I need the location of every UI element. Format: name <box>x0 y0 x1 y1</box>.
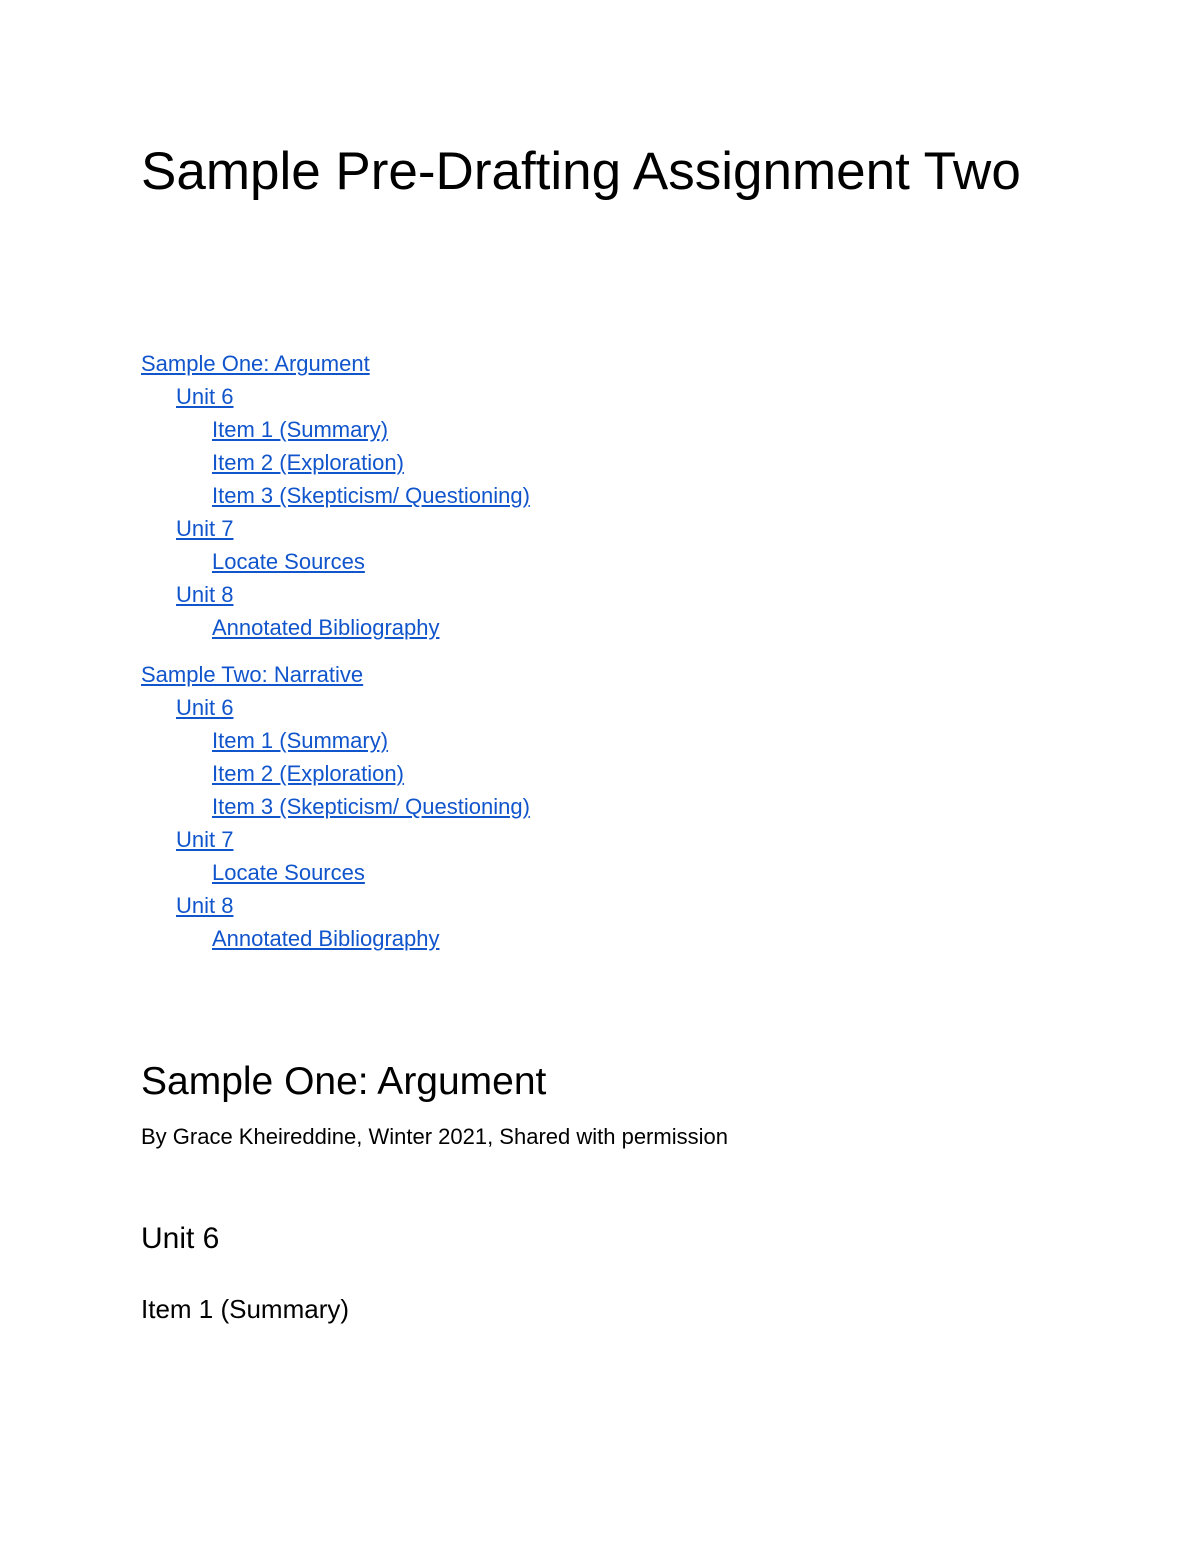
item-heading: Item 1 (Summary) <box>141 1294 350 1324</box>
toc-link-item-2[interactable]: Item 2 (Exploration) <box>212 757 404 790</box>
toc-group-sample-one: Sample One: Argument Unit 6 Item 1 (Summ… <box>141 347 530 644</box>
toc-link-unit-8[interactable]: Unit 8 <box>176 578 233 611</box>
toc-link-item-3[interactable]: Item 3 (Skepticism/ Questioning) <box>212 479 530 512</box>
toc-link-unit-6[interactable]: Unit 6 <box>176 691 233 724</box>
toc-link-annotated-bibliography[interactable]: Annotated Bibliography <box>212 611 440 644</box>
toc-link-item-3[interactable]: Item 3 (Skepticism/ Questioning) <box>212 790 530 823</box>
toc-link-unit-8[interactable]: Unit 8 <box>176 889 233 922</box>
toc-link-unit-7[interactable]: Unit 7 <box>176 512 233 545</box>
toc-link-sample-one[interactable]: Sample One: Argument <box>141 347 370 380</box>
section-heading: Sample One: Argument <box>141 1060 547 1103</box>
toc-link-locate-sources[interactable]: Locate Sources <box>212 545 365 578</box>
toc-link-item-1[interactable]: Item 1 (Summary) <box>212 724 388 757</box>
toc-link-locate-sources[interactable]: Locate Sources <box>212 856 365 889</box>
author-byline: By Grace Kheireddine, Winter 2021, Share… <box>141 1124 728 1149</box>
document-page: Sample Pre-Drafting Assignment Two Sampl… <box>0 0 1200 1553</box>
toc-link-item-2[interactable]: Item 2 (Exploration) <box>212 446 404 479</box>
table-of-contents: Sample One: Argument Unit 6 Item 1 (Summ… <box>141 347 530 955</box>
unit-heading: Unit 6 <box>141 1222 220 1255</box>
toc-link-item-1[interactable]: Item 1 (Summary) <box>212 413 388 446</box>
toc-link-annotated-bibliography[interactable]: Annotated Bibliography <box>212 922 440 955</box>
document-title: Sample Pre-Drafting Assignment Two <box>141 142 1021 201</box>
toc-link-unit-6[interactable]: Unit 6 <box>176 380 233 413</box>
toc-link-sample-two[interactable]: Sample Two: Narrative <box>141 658 363 691</box>
toc-link-unit-7[interactable]: Unit 7 <box>176 823 233 856</box>
toc-group-sample-two: Sample Two: Narrative Unit 6 Item 1 (Sum… <box>141 658 530 955</box>
